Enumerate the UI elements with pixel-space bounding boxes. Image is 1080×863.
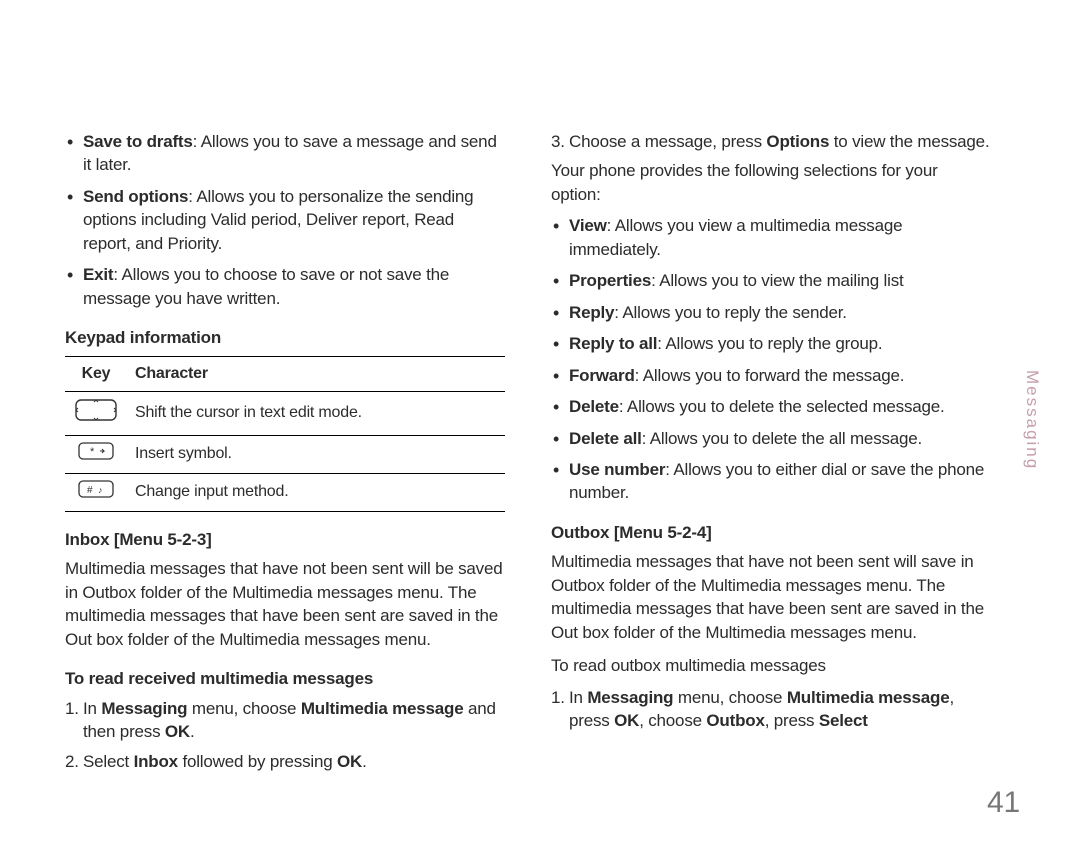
th-key: Key — [65, 356, 127, 391]
top-bullets: Save to drafts: Allows you to save a mes… — [65, 130, 505, 310]
option-delete-all: Delete all: Allows you to delete the all… — [551, 427, 991, 450]
left-column: Save to drafts: Allows you to save a mes… — [65, 130, 505, 779]
table-row: * Insert symbol. — [65, 435, 505, 473]
svg-text:*: * — [90, 446, 95, 458]
read-outbox-text: To read outbox multimedia messages — [551, 654, 991, 677]
svg-text:#: # — [87, 485, 93, 496]
page-number: 41 — [987, 782, 1020, 823]
inbox-heading: Inbox [Menu 5-2-3] — [65, 528, 505, 551]
inbox-paragraph: Multimedia messages that have not been s… — [65, 557, 505, 651]
step-2: 2. Select Inbox followed by pressing OK. — [65, 750, 505, 773]
outbox-paragraph: Multimedia messages that have not been s… — [551, 550, 991, 644]
outbox-heading: Outbox [Menu 5-2-4] — [551, 521, 991, 544]
bullet-save-to-drafts: Save to drafts: Allows you to save a mes… — [65, 130, 505, 177]
option-properties: Properties: Allows you to view the maili… — [551, 269, 991, 292]
table-row: Shift the cursor in text edit mode. — [65, 391, 505, 435]
side-section-label: Messaging — [1021, 370, 1044, 470]
step-3-list: 3. Choose a message, press Options to vi… — [551, 130, 991, 153]
hash-key-icon: # ♪ — [65, 473, 127, 511]
star-key-icon: * — [65, 435, 127, 473]
bullet-exit: Exit: Allows you to choose to save or no… — [65, 263, 505, 310]
bullet-send-options: Send options: Allows you to personalize … — [65, 185, 505, 255]
outbox-step-1: 1. In Messaging menu, choose Multimedia … — [551, 686, 991, 733]
dpad-icon — [65, 391, 127, 435]
option-reply-to-all: Reply to all: Allows you to reply the gr… — [551, 332, 991, 355]
inbox-steps: 1. In Messaging menu, choose Multimedia … — [65, 697, 505, 773]
options-intro: Your phone provides the following select… — [551, 159, 991, 206]
outbox-steps: 1. In Messaging menu, choose Multimedia … — [551, 686, 991, 733]
table-header: Key Character — [65, 356, 505, 391]
option-forward: Forward: Allows you to forward the messa… — [551, 364, 991, 387]
table-row: # ♪ Change input method. — [65, 473, 505, 511]
option-use-number: Use number: Allows you to either dial or… — [551, 458, 991, 505]
options-list: View: Allows you view a multimedia messa… — [551, 214, 991, 505]
th-character: Character — [127, 356, 505, 391]
option-reply: Reply: Allows you to reply the sender. — [551, 301, 991, 324]
svg-text:♪: ♪ — [98, 485, 102, 495]
read-received-heading: To read received multimedia messages — [65, 667, 505, 690]
step-1: 1. In Messaging menu, choose Multimedia … — [65, 697, 505, 744]
step-3: 3. Choose a message, press Options to vi… — [551, 130, 991, 153]
option-delete: Delete: Allows you to delete the selecte… — [551, 395, 991, 418]
keypad-table: Key Character Shift the curso — [65, 356, 505, 512]
option-view: View: Allows you view a multimedia messa… — [551, 214, 991, 261]
right-column: 3. Choose a message, press Options to vi… — [551, 130, 991, 779]
keypad-heading: Keypad information — [65, 326, 505, 349]
